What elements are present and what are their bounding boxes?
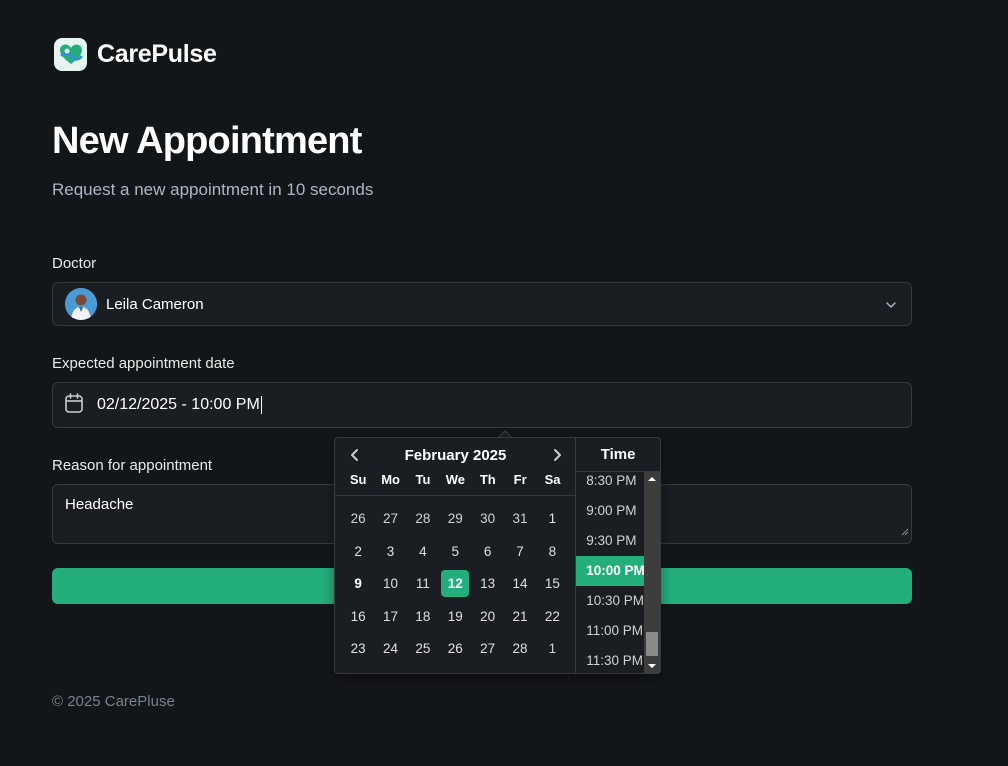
calendar-week-row: 26 27 28 29 30 31 1	[342, 505, 569, 538]
doctor-avatar	[65, 288, 97, 320]
calendar-day[interactable]: 28	[409, 505, 437, 532]
calendar-day[interactable]: 14	[506, 570, 534, 597]
appointment-date-value: 02/12/2025 - 10:00 PM	[97, 395, 262, 414]
calendar-week-row: 16 17 18 19 20 21 22	[342, 603, 569, 636]
calendar-week-row: 2 3 4 5 6 7 8	[342, 538, 569, 571]
calendar-day[interactable]: 11	[409, 570, 437, 597]
resize-grip-icon[interactable]	[901, 523, 909, 541]
time-header: Time	[576, 438, 660, 472]
time-option[interactable]: 9:00 PM	[576, 496, 644, 526]
time-list-scrollbar[interactable]	[644, 472, 660, 673]
time-list[interactable]: 8:30 PM 9:00 PM 9:30 PM 10:00 PM 10:30 P…	[576, 472, 645, 673]
calendar-day[interactable]: 26	[441, 635, 469, 662]
chevron-right-icon[interactable]	[549, 447, 565, 463]
calendar-day[interactable]: 28	[506, 635, 534, 662]
calendar-day[interactable]: 23	[344, 635, 372, 662]
calendar-day[interactable]: 27	[474, 635, 502, 662]
weekday-label: Th	[479, 472, 496, 487]
calendar-day[interactable]: 31	[506, 505, 534, 532]
calendar-day[interactable]: 2	[344, 538, 372, 565]
calendar-day[interactable]: 4	[409, 538, 437, 565]
weekday-label: Tu	[415, 472, 431, 487]
calendar-header: February 2025 Su Mo Tu We Th Fr Sa	[335, 438, 576, 496]
calendar-icon	[65, 392, 83, 418]
weekday-label: Fr	[513, 472, 527, 487]
carepulse-logo-icon	[54, 38, 87, 71]
time-option[interactable]: 10:30 PM	[576, 586, 644, 616]
calendar-day[interactable]: 29	[441, 505, 469, 532]
calendar-day[interactable]: 10	[377, 570, 405, 597]
datepicker-popup: February 2025 Su Mo Tu We Th Fr Sa 26 27…	[334, 437, 661, 674]
weekday-label: Sa	[544, 472, 561, 487]
calendar-day[interactable]: 30	[474, 505, 502, 532]
calendar-day[interactable]: 6	[474, 538, 502, 565]
calendar-day[interactable]: 27	[377, 505, 405, 532]
calendar-day[interactable]: 8	[538, 538, 566, 565]
weekday-label: Su	[349, 472, 367, 487]
doctor-select[interactable]: Leila Cameron	[52, 282, 912, 326]
calendar-day[interactable]: 18	[409, 603, 437, 630]
time-option[interactable]: 9:30 PM	[576, 526, 644, 556]
calendar-day[interactable]: 22	[538, 603, 566, 630]
calendar-day[interactable]: 1	[538, 635, 566, 662]
month-label: February 2025	[404, 447, 507, 464]
calendar-day[interactable]: 25	[409, 635, 437, 662]
calendar-day[interactable]: 16	[344, 603, 372, 630]
scrollbar-thumb[interactable]	[646, 632, 658, 656]
footer-copyright: © 2025 CarePluse	[52, 693, 175, 710]
time-option-selected[interactable]: 10:00 PM	[576, 556, 645, 586]
time-option[interactable]: 11:30 PM	[576, 646, 644, 673]
calendar-day[interactable]: 3	[377, 538, 405, 565]
calendar-day[interactable]: 19	[441, 603, 469, 630]
page-subtitle: Request a new appointment in 10 seconds	[52, 180, 374, 199]
doctor-label: Doctor	[52, 255, 97, 272]
calendar-day[interactable]: 9	[344, 570, 372, 597]
weekday-label: We	[445, 472, 465, 487]
time-option[interactable]: 8:30 PM	[576, 472, 644, 496]
calendar-day[interactable]: 24	[377, 635, 405, 662]
calendar-day[interactable]: 17	[377, 603, 405, 630]
weekday-label: Mo	[381, 472, 400, 487]
calendar-grid: 26 27 28 29 30 31 1 2 3 4 5 6 7 8 9 10 1…	[342, 505, 569, 668]
brand-name: CarePulse	[97, 40, 217, 68]
calendar-day[interactable]: 5	[441, 538, 469, 565]
calendar-day[interactable]: 15	[538, 570, 566, 597]
calendar-week-row: 9 10 11 12 13 14 15	[342, 570, 569, 603]
weekday-header-row: Su Mo Tu We Th Fr Sa	[342, 472, 569, 487]
chevron-down-icon[interactable]	[885, 298, 897, 316]
reason-textarea-value: Headache	[65, 496, 134, 513]
text-caret	[260, 395, 262, 414]
page-title: New Appointment	[52, 120, 362, 162]
appointment-date-input[interactable]: 02/12/2025 - 10:00 PM	[52, 382, 912, 428]
calendar-day[interactable]: 26	[344, 505, 372, 532]
scroll-down-arrow-icon[interactable]	[644, 659, 660, 673]
time-panel: Time 8:30 PM 9:00 PM 9:30 PM 10:00 PM 10…	[575, 438, 660, 673]
calendar-day[interactable]: 1	[538, 505, 566, 532]
brand-logo[interactable]: CarePulse	[54, 38, 217, 71]
calendar-day-selected[interactable]: 12	[441, 570, 470, 597]
calendar-day[interactable]: 7	[506, 538, 534, 565]
date-label: Expected appointment date	[52, 355, 235, 372]
doctor-select-value: Leila Cameron	[106, 295, 204, 313]
calendar-day[interactable]: 13	[474, 570, 502, 597]
calendar-week-row: 23 24 25 26 27 28 1	[342, 635, 569, 668]
calendar-panel: February 2025 Su Mo Tu We Th Fr Sa 26 27…	[335, 438, 576, 673]
scroll-up-arrow-icon[interactable]	[644, 472, 660, 486]
reason-label: Reason for appointment	[52, 457, 213, 474]
time-option[interactable]: 11:00 PM	[576, 616, 644, 646]
calendar-day[interactable]: 20	[474, 603, 502, 630]
calendar-day[interactable]: 21	[506, 603, 534, 630]
